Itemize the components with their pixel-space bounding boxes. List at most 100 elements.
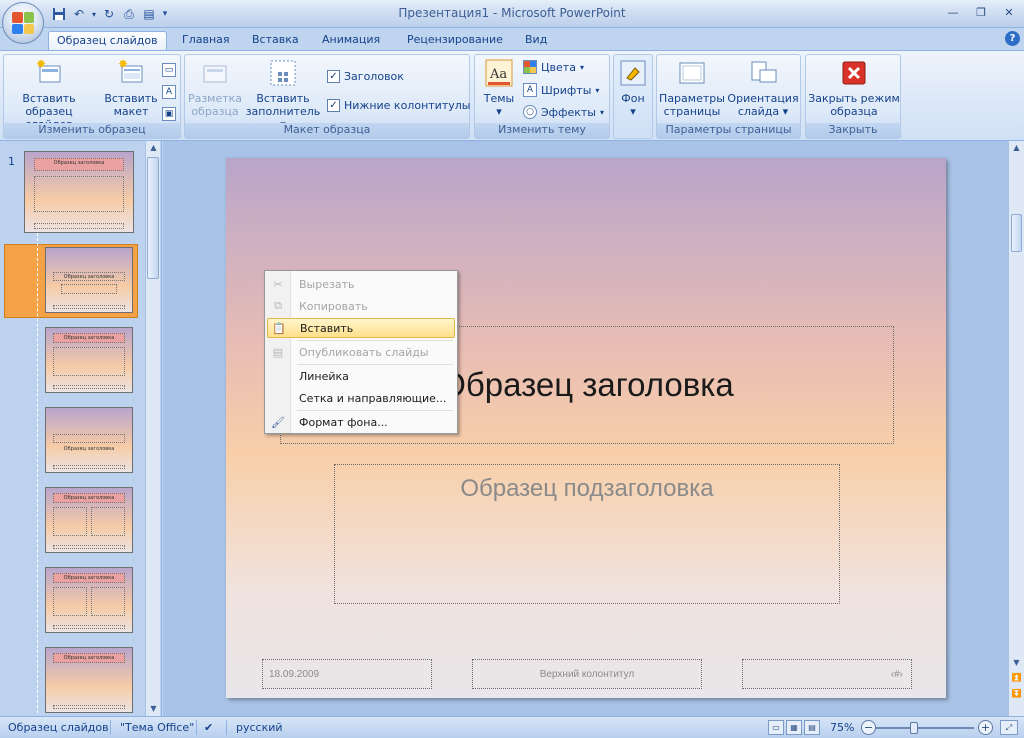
- effects-icon: ○: [523, 105, 537, 119]
- fonts-dropdown[interactable]: A Шрифты ▾: [523, 81, 599, 99]
- menu-item-format-background[interactable]: 🖌 Формат фона...: [267, 412, 455, 432]
- publish-icon: ▤: [272, 345, 284, 359]
- scroll-down-icon[interactable]: ▼: [146, 702, 161, 716]
- group-close-label: Закрыть: [806, 123, 900, 138]
- previous-slide-icon[interactable]: ⏫: [1009, 671, 1024, 685]
- insert-placeholder-button[interactable]: Вставить заполнитель ▾: [243, 58, 323, 131]
- thumbnail-title: Образец заголовка: [52, 653, 126, 664]
- zoom-slider[interactable]: [876, 727, 974, 729]
- date-placeholder[interactable]: 18.09.2009: [262, 659, 432, 689]
- background-styles-button[interactable]: Фон ▾: [618, 58, 648, 118]
- subtitle-placeholder[interactable]: Образец подзаголовка: [334, 464, 840, 604]
- master-layout-button[interactable]: Разметка образца: [187, 58, 243, 118]
- zoom-out-icon[interactable]: −: [861, 720, 876, 735]
- footer-placeholder[interactable]: Верхний колонтитул: [472, 659, 702, 689]
- fit-to-window-icon[interactable]: ⤢: [1000, 720, 1018, 735]
- effects-dropdown[interactable]: ○ Эффекты ▾: [523, 103, 604, 121]
- effects-label: Эффекты: [541, 105, 596, 119]
- footers-checkbox-label: Нижние колонтитулы: [344, 98, 471, 112]
- canvas-scroll-up-icon[interactable]: ▲: [1009, 141, 1024, 155]
- group-page-setup: Параметры страницы Ориентация слайда ▾ П…: [656, 54, 801, 139]
- themes-button[interactable]: Aa Темы ▾: [479, 58, 519, 118]
- maximize-button[interactable]: ❐: [972, 4, 990, 20]
- preserve-icon[interactable]: ▣: [162, 107, 176, 121]
- rename-icon[interactable]: A: [162, 85, 176, 99]
- insert-slide-master-button[interactable]: ✸ Вставить образец слайдов: [8, 57, 90, 131]
- tab-review[interactable]: Рецензирование: [399, 31, 511, 50]
- title-checkbox[interactable]: ✓: [327, 69, 340, 83]
- delete-slide-icon[interactable]: ▭: [162, 63, 176, 77]
- slide-orientation-button[interactable]: Ориентация слайда ▾: [727, 58, 799, 118]
- group-edit-master: ✸ Вставить образец слайдов ✸ Вставить ма…: [3, 54, 181, 139]
- slide-number-placeholder[interactable]: ‹#›: [742, 659, 912, 689]
- help-button[interactable]: ?: [1005, 31, 1020, 46]
- thumbnail-title: Образец заголовка: [52, 573, 126, 584]
- close-button[interactable]: ✕: [1000, 4, 1018, 20]
- menu-item-ruler[interactable]: Линейка: [267, 366, 455, 386]
- effects-dropdown-icon: ▾: [600, 107, 605, 117]
- thumbnail-layout-section[interactable]: Образец заголовка: [45, 407, 133, 473]
- thumbnail-layout-title[interactable]: Образец заголовка: [45, 247, 133, 313]
- status-theme-name[interactable]: "Тема Office": [120, 721, 194, 734]
- thumbnail-title: Образец заголовка: [52, 493, 126, 504]
- thumbnail-layout-content[interactable]: Образец заголовка: [45, 327, 133, 393]
- zoom-in-icon[interactable]: +: [978, 720, 993, 735]
- normal-view-button[interactable]: ▭: [768, 720, 784, 735]
- scissors-icon: ✂: [273, 277, 283, 291]
- orientation-dropdown-icon: ▾: [779, 105, 789, 118]
- group-edit-theme-label: Изменить тему: [475, 123, 609, 138]
- thumbnail-title: Образец заголовка: [52, 272, 126, 282]
- menu-item-cut[interactable]: ✂ Вырезать: [267, 274, 455, 294]
- title-checkbox-row[interactable]: ✓ Заголовок: [327, 67, 404, 85]
- footers-checkbox[interactable]: ✓: [327, 98, 340, 112]
- page-setup-label: Параметры страницы: [659, 92, 725, 118]
- menu-item-grid-guides[interactable]: Сетка и направляющие...: [267, 388, 455, 408]
- next-slide-icon[interactable]: ⏬: [1009, 687, 1024, 701]
- thumbnail-title: Образец заголовка: [63, 446, 115, 453]
- fonts-dropdown-icon: ▾: [595, 85, 600, 95]
- office-button[interactable]: [2, 2, 44, 44]
- menu-separator: [297, 364, 453, 365]
- slide-sorter-view-button[interactable]: ▦: [786, 720, 802, 735]
- menu-item-publish-slides[interactable]: ▤ Опубликовать слайды: [267, 342, 455, 362]
- canvas-scroll-down-icon[interactable]: ▼: [1009, 656, 1024, 670]
- status-bar: Образец слайдов "Тема Office" ✔ русский …: [0, 716, 1024, 738]
- menu-item-paste[interactable]: 📋 Вставить: [267, 318, 455, 338]
- canvas-scrollbar[interactable]: ▲ ▼ ⏫ ⏬: [1008, 141, 1024, 716]
- scroll-up-icon[interactable]: ▲: [146, 141, 161, 155]
- fonts-icon: A: [523, 83, 537, 97]
- thumbnail-master[interactable]: Образец заголовка: [24, 151, 134, 233]
- paste-icon: 📋: [272, 321, 286, 335]
- slide-thumbnails-pane: 1 Образец заголовка Образец заголовка Об…: [0, 141, 162, 716]
- background-styles-label: Фон: [621, 92, 645, 105]
- spellcheck-icon[interactable]: ✔: [204, 721, 213, 734]
- page-setup-icon: [677, 58, 707, 88]
- colors-dropdown[interactable]: Цвета ▾: [523, 58, 584, 76]
- thumbnails-scrollbar[interactable]: ▲ ▼: [145, 141, 160, 716]
- thumbnail-layout-title-only[interactable]: Образец заголовка: [45, 647, 133, 713]
- close-master-view-button[interactable]: Закрыть режим образца: [808, 58, 900, 118]
- layout-connector-line: [37, 233, 38, 713]
- canvas-scroll-thumb[interactable]: [1011, 214, 1022, 252]
- thumbnail-layout-comparison[interactable]: Образец заголовка: [45, 567, 133, 633]
- menu-item-copy[interactable]: ⧉ Копировать: [267, 296, 455, 316]
- footers-checkbox-row[interactable]: ✓ Нижние колонтитулы: [327, 96, 470, 114]
- zoom-slider-knob[interactable]: [910, 722, 918, 734]
- tab-view[interactable]: Вид: [517, 31, 555, 50]
- insert-layout-button[interactable]: ✸ Вставить макет: [102, 57, 160, 118]
- zoom-level[interactable]: 75%: [830, 721, 854, 734]
- slide-show-view-button[interactable]: ▤: [804, 720, 820, 735]
- page-setup-button[interactable]: Параметры страницы: [659, 58, 725, 118]
- status-language[interactable]: русский: [236, 721, 283, 734]
- colors-dropdown-icon: ▾: [579, 62, 584, 72]
- thumbnails-scroll-thumb[interactable]: [147, 157, 159, 279]
- tab-home[interactable]: Главная: [174, 31, 238, 50]
- status-view-name: Образец слайдов: [8, 721, 109, 734]
- window-controls: — ❐ ✕: [944, 4, 1018, 20]
- tab-insert[interactable]: Вставка: [244, 31, 307, 50]
- thumbnail-layout-two-content[interactable]: Образец заголовка: [45, 487, 133, 553]
- tab-slide-master[interactable]: Образец слайдов: [48, 31, 167, 50]
- group-edit-master-label: Изменить образец: [4, 123, 180, 138]
- minimize-button[interactable]: —: [944, 4, 962, 20]
- tab-animation[interactable]: Анимация: [314, 31, 388, 50]
